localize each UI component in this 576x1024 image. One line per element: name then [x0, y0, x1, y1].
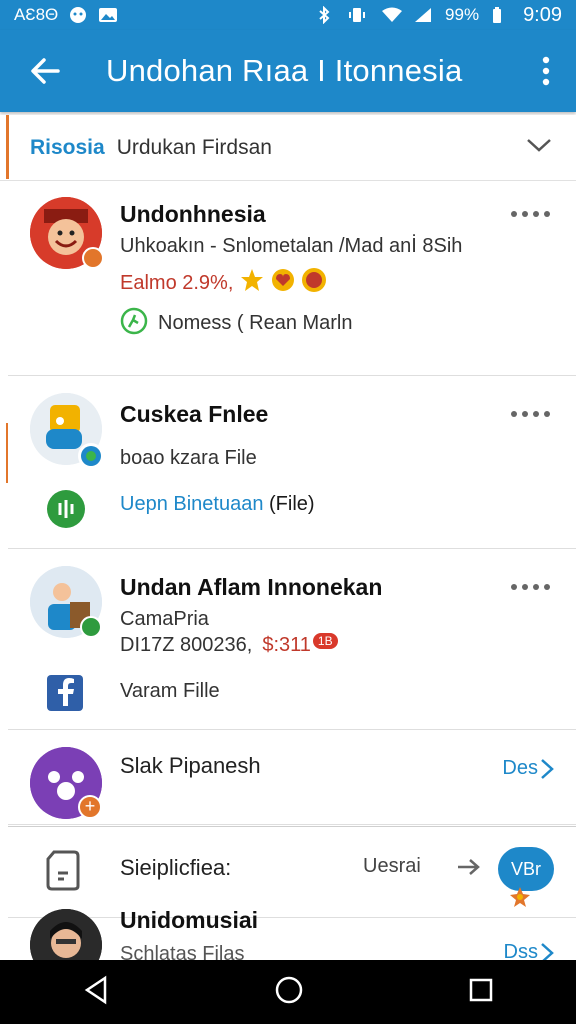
signal-icon [413, 6, 433, 24]
online-badge [80, 616, 102, 638]
overflow-menu-button[interactable] [516, 30, 576, 112]
item-action[interactable]: Nomess ( Rean Marln [120, 307, 353, 340]
more-vert-icon [542, 56, 550, 86]
item-subtitle: CamaPria [120, 608, 209, 630]
document-icon [44, 849, 82, 896]
square-recents-icon [469, 978, 492, 1001]
carrier-text: AƐ8Θ [14, 5, 59, 24]
item-title: Cuskea Fnlee [120, 401, 269, 427]
item-price-row: DI17Z 800236, $:311 1B [120, 632, 338, 657]
item-subtitle: Uhkoakın - Snlometalan /Mad anİ 8Sih [120, 235, 463, 257]
nav-recents-button[interactable] [467, 976, 495, 1009]
arrow-right-icon [456, 857, 482, 882]
price-badge: 1B [312, 632, 338, 649]
item-action-suffix: (File) [269, 493, 315, 515]
avatar [30, 393, 104, 469]
dots-icon [511, 211, 550, 217]
heart-icon [271, 268, 295, 298]
list-item[interactable]: Unidomusiai Schlatas Filas Dss [8, 887, 576, 981]
item-more-button[interactable] [510, 207, 552, 225]
item-subtitle: boao kzara File [120, 447, 257, 469]
item-title: Unidomusiai [120, 907, 259, 933]
vibrate-icon [349, 6, 369, 24]
battery-icon [491, 6, 511, 24]
battery-text: 99% [445, 5, 480, 24]
chevron-right-icon [541, 758, 554, 779]
row-value: Uesrai [363, 855, 421, 877]
filter-accent-bar [6, 115, 9, 179]
star-icon [239, 267, 265, 299]
back-arrow-icon [31, 58, 60, 84]
audio-icon [46, 489, 86, 534]
status-badge [82, 247, 104, 269]
item-code: DI17Z 800236, [120, 634, 253, 656]
list-item[interactable]: Undan Aflam Innonekan CamaPria DI17Z 800… [8, 550, 576, 730]
circle-home-icon [275, 976, 303, 1003]
emblem-icon [301, 267, 327, 299]
list-item[interactable]: Cuskea Fnlee boao kzara File Uepn Binetu… [8, 377, 576, 549]
item-action-label: Nomess ( Rean Marln [158, 312, 353, 334]
nav-back-button[interactable] [81, 975, 111, 1010]
image-notification-icon [98, 6, 118, 24]
filter-dropdown[interactable]: Risosia Urdukan Firdsan [0, 115, 576, 181]
item-rating-text: Ealmo 2.9%, [120, 271, 234, 294]
bluetooth-icon [317, 5, 337, 25]
item-rating-row: Ealmo 2.9%, [120, 267, 327, 299]
running-person-icon [120, 307, 148, 340]
nav-home-button[interactable] [274, 975, 304, 1010]
item-action-label[interactable]: Varam Fille [120, 680, 220, 703]
filter-value: Urdukan Firdsan [116, 135, 272, 159]
notification-icon [68, 6, 88, 24]
wifi-icon [381, 6, 403, 24]
add-icon: + [78, 795, 102, 819]
item-price: $:311 [262, 634, 311, 656]
item-title: Undonhnesia [120, 201, 266, 227]
facebook-icon [46, 674, 84, 717]
app-badge [78, 443, 104, 469]
filter-label: Risosia [30, 135, 105, 159]
item-action-label: Des [502, 757, 538, 779]
avatar [30, 566, 102, 638]
dots-icon [511, 584, 550, 590]
page-title: Undohan Rıaa I Itonnesia [106, 53, 463, 88]
clock-text: 9:09 [523, 3, 562, 26]
item-more-button[interactable] [510, 580, 552, 598]
triangle-back-icon [85, 975, 107, 1004]
system-nav-bar [0, 960, 576, 1024]
app-bar: Undohan Rıaa I Itonnesia [0, 30, 576, 112]
item-action[interactable]: Des [502, 757, 554, 780]
avatar: + [30, 747, 102, 819]
sparkle-icon [508, 885, 532, 914]
item-title: Slak Pipanesh [120, 753, 261, 778]
row-label: Sieiplicfiea: [120, 855, 232, 880]
item-action-label: Uepn Binetuaan [120, 493, 264, 515]
item-title: Undan Aflam Innonekan [120, 574, 383, 600]
item-more-button[interactable] [510, 407, 552, 425]
chevron-down-icon[interactable] [526, 137, 552, 158]
list-item[interactable]: + Slak Pipanesh Des [8, 731, 576, 825]
avatar [30, 197, 104, 269]
dots-icon [511, 411, 550, 417]
chat-bubble-label: VBr [510, 858, 541, 879]
list-item[interactable]: Undonhnesia Uhkoakın - Snlometalan /Mad … [8, 181, 576, 376]
status-bar: AƐ8Θ 99% 9:09 [0, 0, 576, 30]
back-button[interactable] [0, 30, 90, 112]
item-action[interactable]: Uepn Binetuaan (File) [120, 493, 315, 516]
